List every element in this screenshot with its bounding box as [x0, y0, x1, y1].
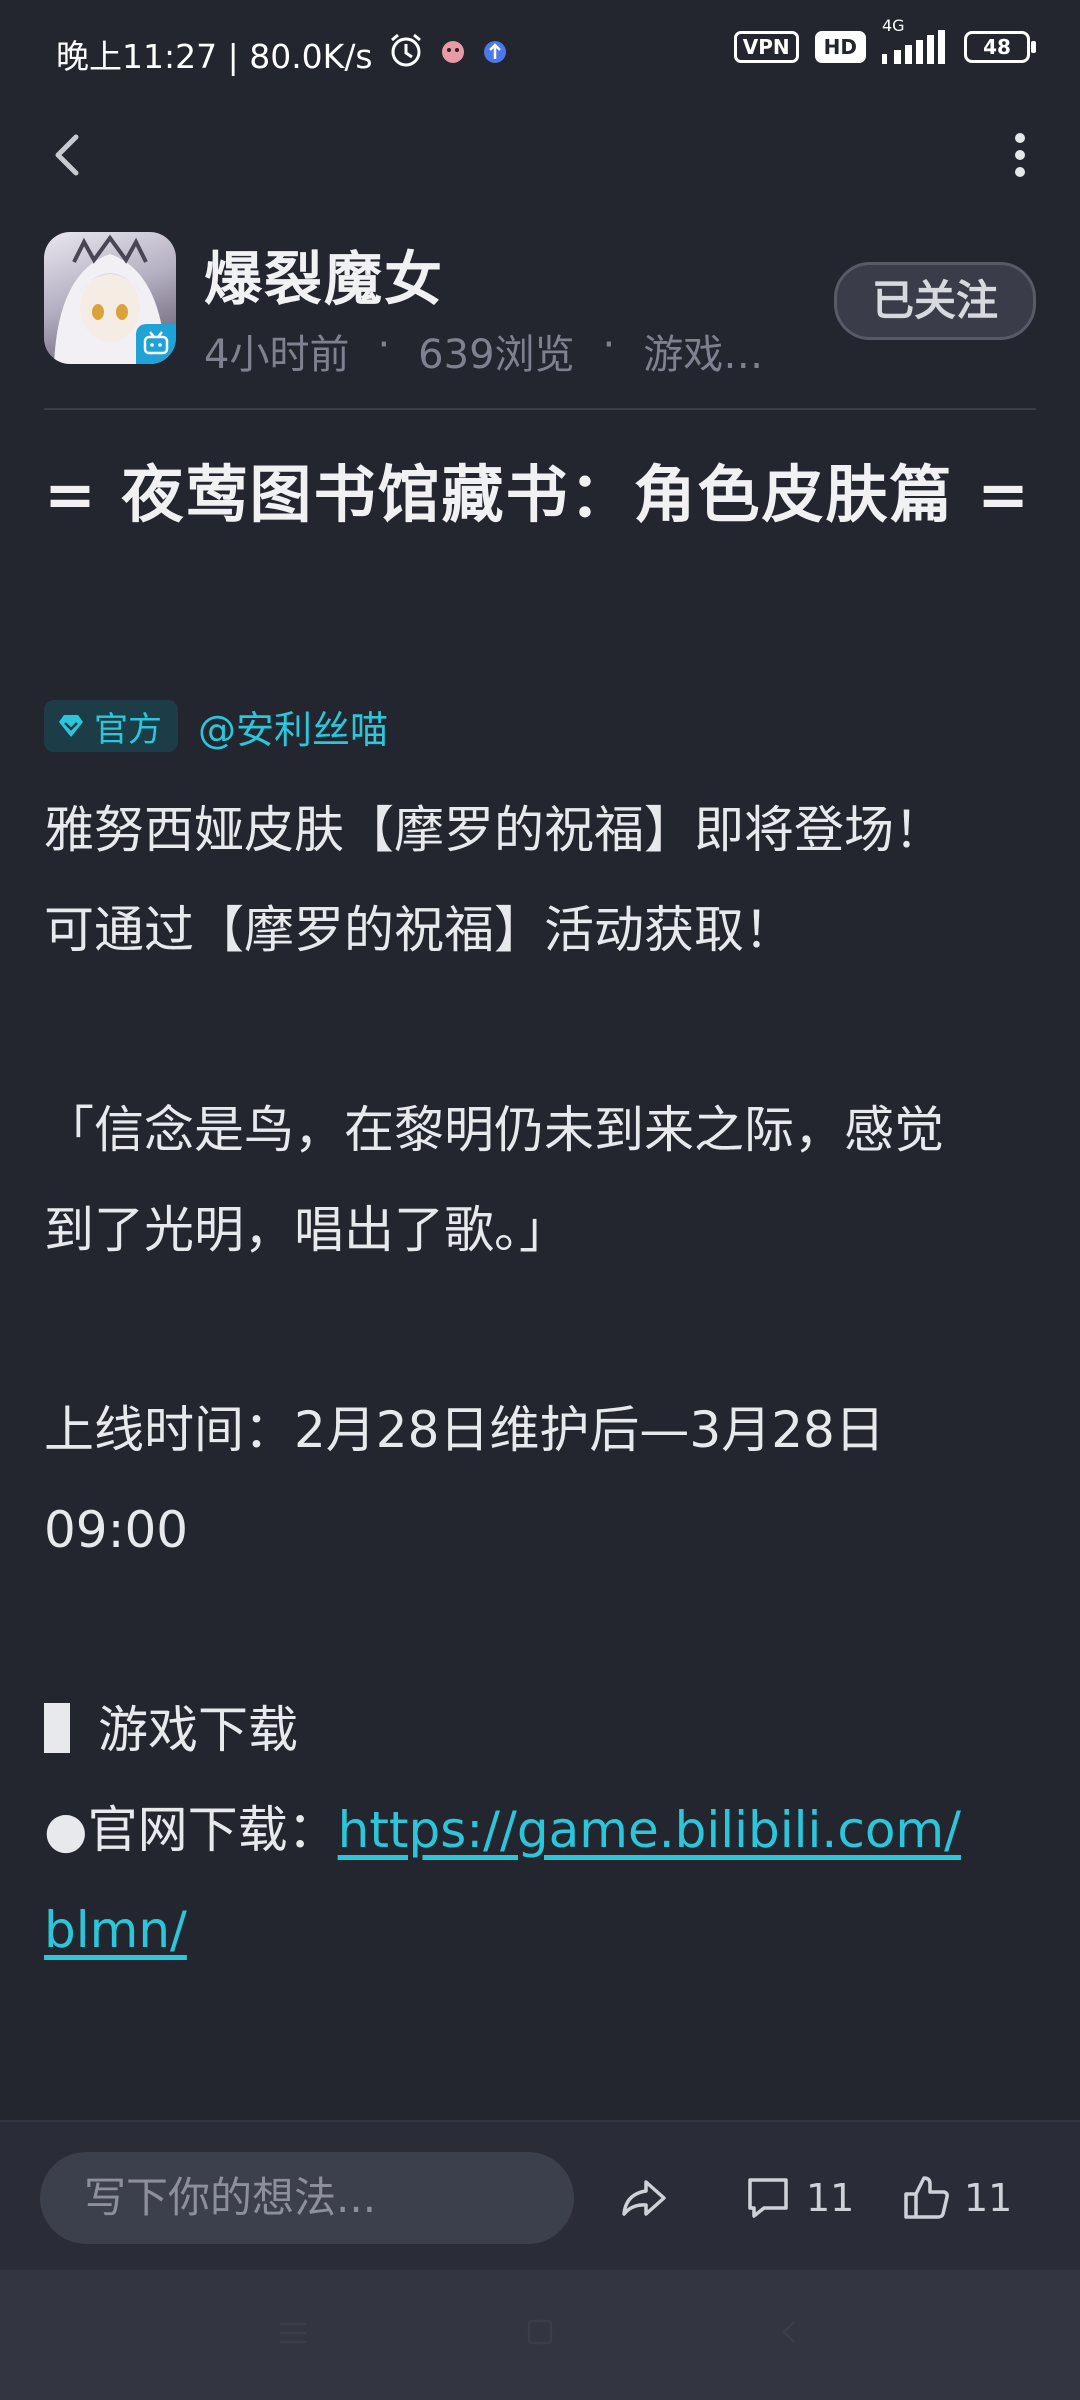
- post-body: 雅努西娅皮肤【摩罗的祝福】即将登场！ 可通过【摩罗的祝福】活动获取！ 「信念是鸟…: [44, 780, 1054, 1980]
- nav-bar: [0, 100, 1080, 210]
- like-button[interactable]: 11: [900, 2152, 1012, 2244]
- notification-app-icon: [439, 35, 467, 74]
- signal-icon: 4G: [882, 16, 948, 64]
- more-options-button[interactable]: [990, 125, 1050, 185]
- battery-icon: 48: [964, 31, 1036, 63]
- status-bar: 晚上11:27 | 80.0K/s VPN HD 4G 48: [0, 0, 1080, 100]
- section-bar-icon: [44, 1703, 70, 1753]
- body-line: 「信念是鸟，在黎明仍未到来之际，感觉: [44, 1101, 944, 1159]
- more-vertical-icon: [1015, 133, 1025, 177]
- post-meta: 4小时前 · 639浏览 · 游戏…: [204, 322, 763, 380]
- status-left: 晚上11:27 | 80.0K/s: [56, 30, 509, 78]
- back-nav-icon[interactable]: [776, 2318, 804, 2346]
- body-line: 到了光明，唱出了歌。」: [44, 1201, 569, 1259]
- status-time-speed: 晚上11:27 | 80.0K/s: [56, 37, 373, 76]
- meta-separator: ·: [602, 322, 616, 368]
- comment-button[interactable]: 11: [742, 2152, 854, 2244]
- body-line: 09:00: [44, 1501, 189, 1559]
- comment-input[interactable]: 写下你的想法...: [40, 2152, 574, 2244]
- avatar[interactable]: [44, 232, 176, 364]
- thumbs-up-icon: [904, 2176, 949, 2219]
- bilibili-badge-icon: [136, 324, 176, 364]
- post-title: = 夜莺图书馆藏书：角色皮肤篇 =: [44, 458, 1032, 531]
- system-navigation-bar: [0, 2270, 1080, 2400]
- share-icon: [622, 2180, 666, 2216]
- notification-app-icon-2: [481, 35, 509, 74]
- follow-button[interactable]: 已关注: [834, 262, 1036, 340]
- hd-indicator: HD: [814, 31, 866, 63]
- official-tag-label: 官方: [94, 709, 162, 750]
- network-type: 4G: [882, 16, 905, 35]
- status-right: VPN HD 4G 48: [733, 16, 1036, 64]
- author-name[interactable]: 爆裂魔女: [204, 232, 444, 316]
- comment-icon: [748, 2178, 788, 2218]
- body-line: 上线时间：2月28日维护后—3月28日: [44, 1401, 885, 1459]
- download-link[interactable]: https://game.bilibili.com/: [338, 1801, 961, 1859]
- section-heading: 游戏下载: [44, 1680, 1054, 1780]
- share-button[interactable]: [616, 2152, 672, 2244]
- author-row: 爆裂魔女 4小时前 · 639浏览 · 游戏… 已关注: [44, 232, 1036, 378]
- body-line: 雅努西娅皮肤【摩罗的祝福】即将登场！: [44, 801, 944, 859]
- diamond-icon: [59, 715, 83, 737]
- post-time: 4小时前: [204, 332, 350, 378]
- home-icon[interactable]: [526, 2318, 554, 2346]
- download-line: ●官网下载：https://game.bilibili.com/: [44, 1780, 1054, 1880]
- official-tag: 官方: [44, 700, 178, 752]
- chevron-left-icon: [55, 134, 79, 176]
- vpn-indicator: VPN: [733, 31, 799, 63]
- comment-count: 11: [806, 2176, 855, 2220]
- menu-icon[interactable]: [278, 2320, 308, 2346]
- bottom-action-bar: 写下你的想法... 11 11: [0, 2120, 1080, 2272]
- download-label: ●官网下载：: [44, 1801, 338, 1859]
- back-button[interactable]: [40, 125, 100, 185]
- download-line-continued: blmn/: [44, 1880, 1054, 1980]
- download-link-continued[interactable]: blmn/: [44, 1901, 187, 1959]
- mention-link[interactable]: @安利丝喵: [198, 699, 388, 754]
- post-category[interactable]: 游戏…: [643, 322, 763, 380]
- alarm-icon: [387, 31, 425, 77]
- meta-separator: ·: [377, 322, 391, 368]
- section-heading-text: 游戏下载: [98, 1701, 298, 1759]
- like-count: 11: [964, 2176, 1013, 2220]
- view-count: 639浏览: [418, 332, 575, 378]
- tag-row: 官方 @安利丝喵: [44, 700, 388, 752]
- divider: [44, 408, 1036, 410]
- body-line: 可通过【摩罗的祝福】活动获取！: [44, 901, 794, 959]
